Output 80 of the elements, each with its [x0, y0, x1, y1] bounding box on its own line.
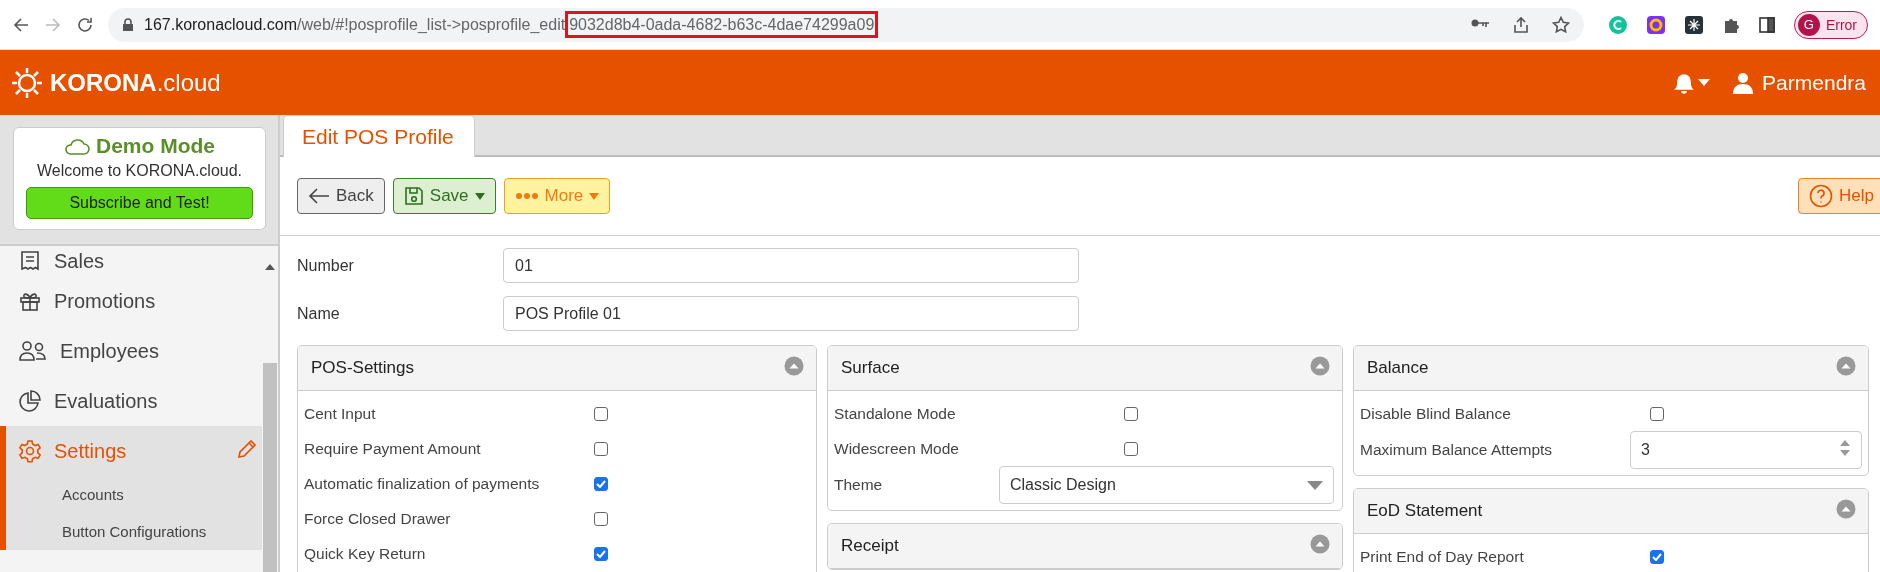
receipt-icon — [18, 249, 42, 273]
collapse-icon — [784, 355, 804, 376]
lock-icon — [122, 17, 134, 32]
collapse-icon — [1836, 355, 1856, 376]
help-icon — [1809, 184, 1834, 208]
sun-logo-icon — [10, 65, 44, 100]
ring-icon — [1645, 14, 1666, 35]
panel-title: Balance — [1367, 358, 1429, 378]
scroll-up-icon — [265, 264, 275, 270]
setting-label: Quick Key Return — [304, 544, 427, 563]
scrollbar-thumb[interactable] — [263, 363, 277, 572]
pencil-icon — [236, 437, 258, 460]
setting-label: Maximum Balance Attempts — [1360, 441, 1554, 459]
setting-label: Widescreen Mode — [834, 439, 960, 458]
reload-icon — [76, 15, 94, 34]
number-field[interactable]: 3 — [1630, 431, 1862, 469]
setting-label: Standalone Mode — [834, 404, 957, 423]
theme-dropdown[interactable]: Classic Design — [999, 466, 1334, 504]
sparkle-icon — [1683, 14, 1704, 35]
welcome-text: Welcome to KORONA.cloud. — [36, 162, 243, 180]
sidebar-item[interactable]: Sales — [0, 246, 262, 276]
checkbox[interactable] — [1650, 549, 1664, 564]
setting-label: Print End of Day Report — [1360, 547, 1525, 566]
setting-label: Force Closed Drawer — [304, 509, 452, 528]
user-name[interactable]: Parmendra — [1762, 70, 1866, 95]
settings-icon — [18, 439, 42, 463]
panel-title: EoD Statement — [1367, 501, 1483, 521]
collapse-icon — [1310, 355, 1330, 376]
checkbox[interactable] — [594, 476, 608, 491]
checkbox[interactable] — [594, 441, 608, 456]
setting-label: Disable Blind Balance — [1360, 404, 1512, 423]
checkbox[interactable] — [1124, 406, 1138, 421]
panel-title: Surface — [841, 358, 900, 378]
sidebar-item[interactable]: Employees — [0, 326, 262, 376]
back-button[interactable]: Back — [297, 178, 385, 214]
checkbox[interactable] — [594, 546, 608, 561]
checkbox[interactable] — [1650, 406, 1664, 421]
forward-arrow-icon — [44, 15, 62, 34]
setting-label: Require Payment Amount — [304, 439, 482, 458]
setting-label: Automatic finalization of payments — [304, 474, 541, 493]
dots-icon — [514, 192, 539, 200]
collapse-icon — [1310, 533, 1330, 554]
checkbox[interactable] — [594, 511, 608, 526]
demo-mode-title: Demo Mode — [96, 134, 215, 158]
checkbox[interactable] — [594, 406, 608, 421]
sidebar-icon — [1757, 15, 1776, 34]
dropdown-caret-icon — [1307, 481, 1323, 490]
star-icon — [1551, 15, 1570, 34]
back-arrow-icon — [12, 15, 30, 34]
panel-title: Receipt — [841, 536, 899, 556]
share-icon — [1511, 15, 1530, 34]
caret-icon — [589, 192, 600, 200]
text-field[interactable]: POS Profile 01 — [503, 296, 1079, 331]
field-label: Name — [297, 304, 341, 323]
setting-label: Cent Input — [304, 404, 377, 423]
spinner-arrows-icon — [1839, 438, 1851, 458]
korona-logo[interactable]: KORONA.cloud — [10, 65, 221, 100]
cloud-icon — [64, 136, 90, 156]
sidebar-subitem[interactable]: Button Configurations — [0, 513, 262, 550]
subscribe-button[interactable]: Subscribe and Test! — [26, 187, 253, 219]
checkbox[interactable] — [1124, 441, 1138, 456]
user-icon — [1732, 70, 1755, 95]
caret-icon — [474, 192, 485, 200]
pie-chart-icon — [18, 389, 42, 413]
profile-button[interactable]: G Error — [1793, 10, 1868, 39]
save-button[interactable]: Save — [392, 178, 496, 214]
caret-icon — [1698, 78, 1711, 87]
people-icon — [18, 339, 48, 363]
left-arrow-icon — [308, 187, 330, 205]
sidebar-subitem[interactable]: Accounts — [0, 476, 262, 513]
floppy-disk-icon — [403, 186, 424, 206]
field-label: Number — [297, 256, 355, 275]
tab[interactable]: Edit POS Profile — [283, 115, 475, 157]
setting-label: Theme — [834, 476, 884, 494]
sidebar-item[interactable]: Promotions — [0, 276, 262, 326]
text-field[interactable]: 01 — [503, 248, 1079, 283]
panel-title: POS-Settings — [311, 358, 414, 378]
sidebar-item[interactable]: Evaluations — [0, 376, 262, 426]
collapse-icon — [1836, 498, 1856, 519]
circle-icon — [1607, 14, 1628, 35]
